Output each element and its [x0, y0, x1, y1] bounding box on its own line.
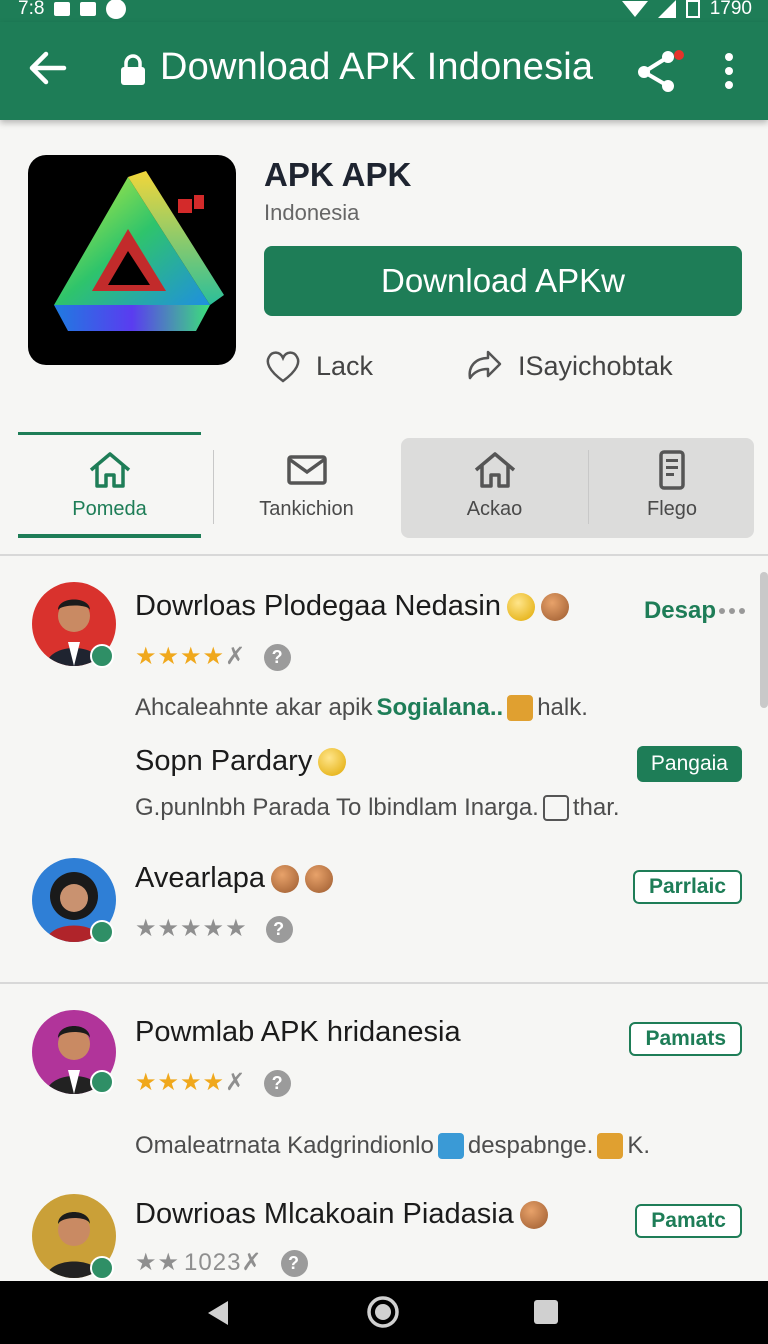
app-name: APK APK [264, 156, 412, 193]
verified-check-icon [90, 644, 114, 668]
tab-ackao[interactable]: Ackao [403, 432, 586, 538]
share-icon[interactable] [634, 48, 684, 94]
nav-home-icon[interactable] [366, 1295, 400, 1329]
tab-divider [213, 450, 214, 524]
more-dots-icon[interactable] [718, 606, 746, 616]
status-bar: 7:8 1790 [0, 0, 768, 22]
heart-icon [266, 351, 300, 383]
sub-review-title: Sopn Pardary [135, 745, 347, 778]
share-notification-dot [674, 50, 684, 60]
page-title: Download APK Indonesia [160, 46, 594, 88]
mail-icon [286, 454, 327, 485]
status-time: 7:8 [18, 0, 45, 19]
face-emoji-icon [305, 864, 334, 893]
section-divider [0, 982, 768, 984]
scrollbar[interactable] [760, 572, 768, 708]
app-bar: Download APK Indonesia [0, 22, 768, 120]
app-region: Indonesia [264, 200, 360, 225]
review-title: Powmlab APK hridanesia [135, 1016, 461, 1048]
like-action[interactable]: Lack [264, 344, 373, 388]
home-icon [474, 451, 515, 488]
share-action[interactable]: ISayichobtak [464, 344, 673, 388]
face-emoji-icon [271, 864, 300, 893]
face-emoji-icon [519, 1200, 548, 1229]
home-icon [89, 451, 130, 488]
smile-emoji-icon [506, 592, 535, 621]
like-label: Lack [316, 350, 374, 381]
wifi-icon [621, 1, 648, 17]
download-button[interactable]: Download APKw [264, 246, 742, 316]
calendar-icon [542, 795, 569, 821]
sub-review-text: G.punlnbh Parada To lbindlam Inarga. tha… [135, 794, 620, 821]
tab-pomeda[interactable]: Pomeda [18, 432, 201, 538]
share-arrow-icon [468, 350, 502, 380]
review-text: Ahcaleahnte akar apik Sogialana.. halk. [135, 694, 588, 721]
tab-label: Ackao [466, 497, 523, 520]
tab-bar: Pomeda Tankichion Ackao Flego [18, 432, 754, 540]
star-rating: ★★ 1023✗? [135, 1248, 308, 1278]
lock-icon [121, 54, 145, 85]
battery-icon [685, 0, 700, 18]
back-arrow-icon[interactable] [26, 46, 70, 90]
verified-check-icon [90, 1070, 114, 1094]
verified-check-icon [90, 920, 114, 944]
nav-recents-icon[interactable] [534, 1300, 558, 1324]
help-icon[interactable]: ? [280, 1250, 308, 1278]
help-icon[interactable]: ? [264, 1070, 292, 1098]
signal-icon [657, 0, 676, 18]
star-rating: ★★★★✗? [135, 1068, 292, 1098]
notification-icon [54, 2, 71, 16]
share-label: ISayichobtak [518, 350, 673, 381]
nav-back-icon[interactable] [206, 1299, 230, 1327]
help-icon[interactable]: ? [265, 916, 293, 944]
system-nav-bar [0, 1281, 768, 1344]
review-text: Omaleatrnata Kadgrindionlo despabnge. K. [135, 1132, 650, 1159]
review-badge[interactable]: Pamatc [635, 1204, 742, 1238]
mail-notification-icon [80, 2, 97, 16]
app-notification-icon [106, 0, 127, 19]
review-tag-link[interactable]: Desap [644, 597, 716, 625]
tab-label: Flego [646, 497, 698, 520]
sub-review-badge[interactable]: Pangaia [636, 746, 742, 782]
star-rating: ★★★★★? [135, 914, 293, 944]
tab-flego[interactable]: Flego [590, 432, 754, 538]
review-title: Dowrioas Mlcakoain Piadasia [135, 1198, 548, 1231]
review-badge[interactable]: Parrlaic [632, 870, 742, 904]
phone-icon [659, 449, 685, 490]
face-emoji-icon [540, 592, 569, 621]
tab-label: Tankichion [259, 497, 354, 520]
gift-emoji-icon [507, 695, 534, 721]
tab-tankichion[interactable]: Tankichion [215, 432, 398, 538]
app-logo [28, 155, 236, 365]
verified-check-icon [90, 1256, 114, 1280]
party-emoji-icon [318, 747, 347, 776]
bath-emoji-icon [437, 1133, 464, 1159]
help-icon[interactable]: ? [264, 644, 292, 672]
more-options-icon[interactable] [712, 48, 746, 94]
battery-text: 1790 [709, 0, 752, 19]
tab-label: Pomeda [72, 497, 147, 520]
grid-emoji-icon [597, 1133, 624, 1159]
review-badge[interactable]: Pamıats [629, 1022, 742, 1056]
review-count: 1023✗ [184, 1249, 263, 1276]
review-title: Dowrloas Plodegaa Nedasin [135, 590, 569, 623]
section-divider [0, 554, 768, 556]
star-rating: ★★★★✗? [135, 642, 292, 672]
review-title: Avearlapa [135, 862, 334, 895]
tab-divider [588, 450, 589, 524]
